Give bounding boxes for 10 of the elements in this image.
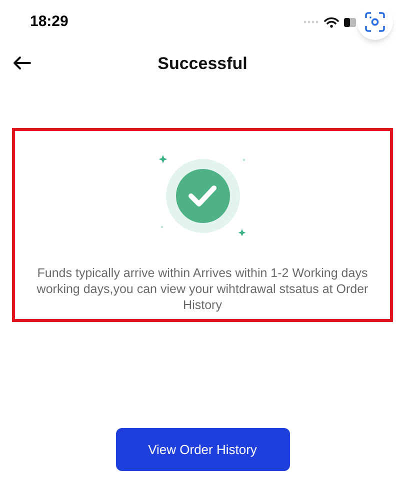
scan-icon [365, 12, 385, 32]
scan-button[interactable] [357, 4, 393, 40]
back-icon[interactable] [13, 56, 31, 70]
info-message: Funds typically arrive within Arrives within 1-2 Working days working days,you can view your wihtdrawal stsatus at Order History [36, 265, 370, 313]
battery-icon [344, 18, 356, 26]
view-order-history-button[interactable]: View Order History [116, 428, 290, 471]
status-time: 18:29 [30, 12, 68, 32]
signal-icon [303, 20, 319, 24]
page-title: Successful [158, 53, 248, 76]
wifi-icon [324, 16, 339, 28]
